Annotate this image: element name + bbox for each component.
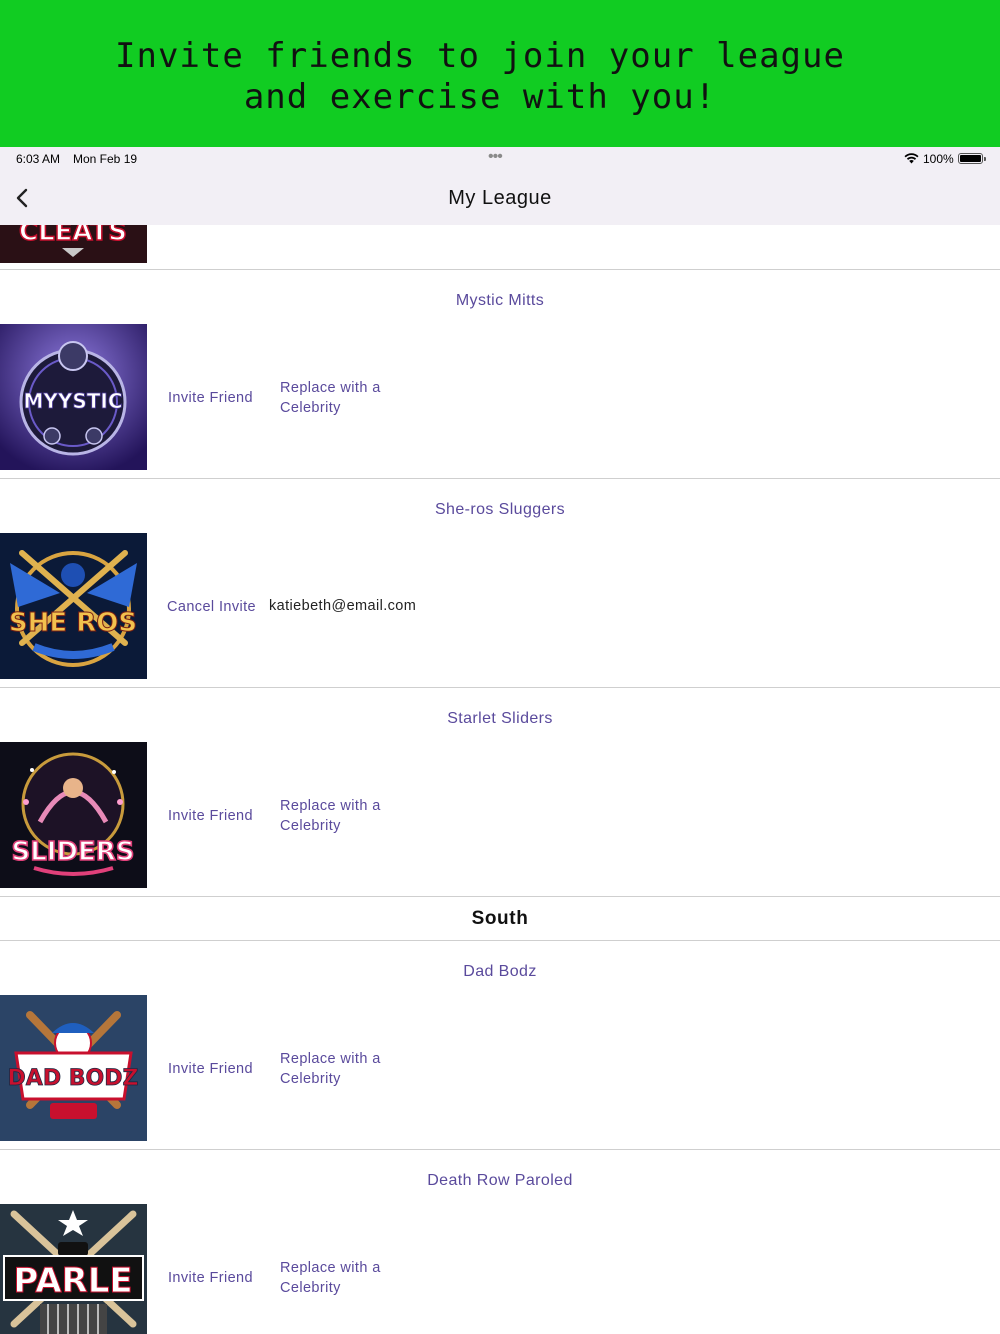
page-title: My League (448, 187, 552, 209)
replace-with-celebrity-button[interactable]: Replace with a Celebrity (280, 1050, 390, 1089)
invite-friend-button[interactable]: Invite Friend (168, 1269, 253, 1289)
invite-friend-button[interactable]: Invite Friend (168, 1060, 253, 1080)
row-divider (0, 940, 1000, 941)
team-logo-starlet-sliders: SLIDERS (0, 742, 147, 888)
row-divider (0, 1149, 1000, 1150)
cancel-invite-button[interactable]: Cancel Invite (167, 598, 256, 618)
invite-friend-button[interactable]: Invite Friend (168, 389, 253, 409)
promo-headline-line2: and exercise with you! (243, 77, 717, 117)
status-date: Mon Feb 19 (73, 152, 138, 166)
team-logo-text: MYYSTIC (23, 389, 122, 413)
promo-banner: Invite friends to join your league and e… (0, 0, 1000, 147)
team-logo-cleats: CLEATS (0, 225, 147, 263)
team-logo-text: SLIDERS (11, 837, 134, 867)
team-name: Death Row Paroled (427, 1172, 573, 1189)
team-logo-text: SHE ROS (9, 608, 137, 638)
team-name: Starlet Sliders (447, 710, 553, 727)
team-logo-she-ros-sluggers: SHE ROS (0, 533, 147, 679)
battery-icon (958, 153, 986, 164)
team-logo-text: PARLE (13, 1261, 132, 1301)
team-name: She-ros Sluggers (434, 501, 566, 518)
team-logo-mystic-mitts: MYYSTIC (0, 324, 147, 470)
row-divider (0, 478, 1000, 479)
multitasking-dots-icon[interactable]: ••• (488, 148, 503, 166)
invited-email: katiebeth@email.com (269, 598, 417, 614)
team-logo-text: DAD BODZ (8, 1066, 139, 1091)
battery-percentage: 100% (923, 152, 954, 166)
wifi-icon (904, 153, 919, 164)
replace-with-celebrity-button[interactable]: Replace with a Celebrity (280, 1259, 390, 1298)
division-header: South (471, 908, 529, 929)
promo-headline-line1: Invite friends to join your league (115, 36, 845, 76)
status-bar: 6:03 AM Mon Feb 19 ••• 100% (0, 147, 1000, 171)
team-name: Dad Bodz (463, 963, 537, 980)
replace-with-celebrity-button[interactable]: Replace with a Celebrity (280, 379, 390, 418)
team-name: Mystic Mitts (455, 292, 545, 309)
team-logo-dad-bodz: DAD BODZ (0, 995, 147, 1141)
status-time: 6:03 AM (16, 152, 61, 166)
replace-with-celebrity-button[interactable]: Replace with a Celebrity (280, 797, 390, 836)
row-divider (0, 269, 1000, 270)
invite-friend-button[interactable]: Invite Friend (168, 807, 253, 827)
team-logo-text: CLEATS (19, 225, 127, 247)
navigation-bar: My League (0, 171, 1000, 225)
row-divider (0, 896, 1000, 897)
team-logo-death-row-paroled: PARLE (0, 1204, 147, 1334)
row-divider (0, 687, 1000, 688)
league-team-list[interactable]: CLEATS Mystic Mitts MYYSTIC Invite Frien… (0, 225, 1000, 1334)
